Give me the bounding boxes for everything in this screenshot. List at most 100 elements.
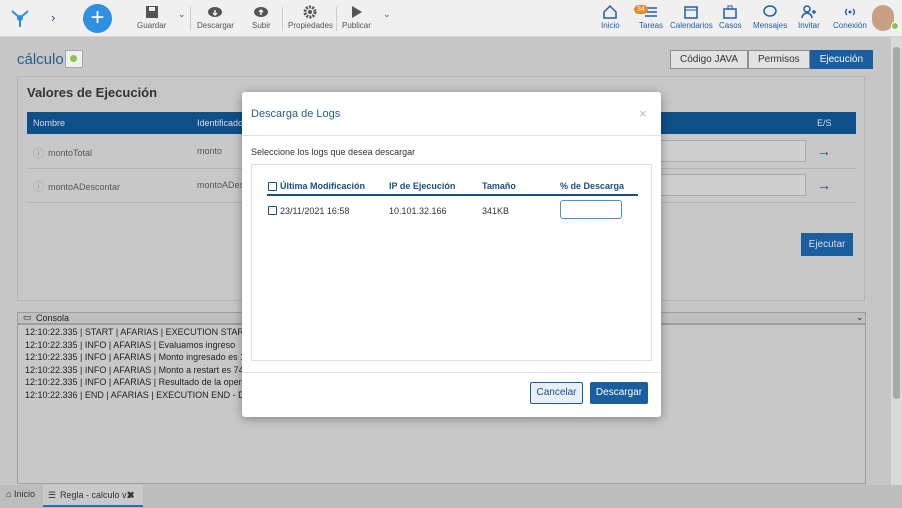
tab-java-code[interactable]: Código JAVA: [670, 50, 748, 69]
publish-dropdown-icon[interactable]: ⌄: [383, 9, 391, 20]
close-icon[interactable]: ×: [639, 106, 647, 121]
tasks-count-badge: 34: [634, 5, 648, 14]
footer-home-link[interactable]: ⌂ Inicio: [6, 489, 35, 499]
nav-calendars[interactable]: Calendarios: [670, 4, 713, 30]
cancel-button[interactable]: Cancelar: [530, 382, 583, 404]
dialog-title: Descarga de Logs: [251, 108, 341, 120]
cloud-download-icon: [208, 7, 223, 17]
nav-messages-label: Mensajes: [753, 21, 788, 30]
download-button[interactable]: Descargar: [197, 5, 234, 30]
gear-icon: [303, 5, 317, 19]
arrow-right-icon[interactable]: →: [817, 177, 831, 193]
console-line: 12:10:22.335 | INFO | AFARIAS | Monto a …: [25, 365, 244, 375]
row-id: monto: [197, 146, 223, 156]
divider: [242, 372, 661, 373]
col-execution-ip[interactable]: IP de Ejecución: [389, 181, 455, 191]
divider: [242, 135, 661, 136]
download-pct-input[interactable]: [560, 200, 622, 219]
nav-home[interactable]: Inicio: [601, 4, 620, 30]
console-line: 12:10:22.335 | START | AFARIAS | EXECUTI…: [25, 327, 250, 337]
save-dropdown-icon[interactable]: ⌄: [178, 9, 186, 20]
top-toolbar: › + Guardar ⌄ Descargar Subir Propiedade…: [0, 0, 902, 37]
home-icon: ⌂: [6, 489, 12, 499]
tab-execution[interactable]: Ejecución: [809, 50, 874, 69]
properties-button[interactable]: Propiedades: [288, 5, 333, 30]
publish-button[interactable]: Publicar: [342, 5, 371, 30]
chevron-down-icon[interactable]: ⌄: [856, 312, 864, 323]
nav-invite[interactable]: Invitar: [798, 4, 820, 30]
info-icon: ⓘ: [33, 148, 44, 160]
col-identifier: Identificador: [197, 118, 247, 128]
nav-calendars-label: Calendarios: [670, 21, 713, 30]
nav-tasks-label: Tareas: [639, 21, 664, 30]
header-underline: [267, 194, 638, 196]
briefcase-icon: [723, 5, 738, 19]
tab-bar: Código JAVA Permisos Ejecución: [670, 50, 874, 69]
save-icon: [145, 6, 158, 18]
row-name: montoTotal: [48, 148, 93, 158]
upload-label: Subir: [252, 21, 271, 30]
console-line: 12:10:22.335 | INFO | AFARIAS | Monto in…: [25, 352, 256, 362]
nav-connection-label: Conexión: [833, 21, 867, 30]
console-line: 12:10:22.336 | END | AFARIAS | EXECUTION…: [25, 390, 252, 400]
log-row-checkbox[interactable]: [268, 206, 277, 215]
footer-tab-label: Regla - calculo v1: [60, 490, 132, 500]
row-value-input[interactable]: [656, 174, 806, 196]
row-value-input[interactable]: [656, 140, 806, 162]
panel-title: Valores de Ejecución: [27, 85, 158, 100]
page-scrollbar-thumb[interactable]: [893, 47, 900, 399]
download-label: Descargar: [197, 21, 234, 30]
document-icon: ☰: [48, 490, 57, 500]
nav-cases-label: Casos: [719, 21, 742, 30]
online-status-dot: [891, 22, 899, 30]
console-label: Consola: [36, 313, 70, 323]
page-title: cálculo: [17, 51, 64, 68]
upload-button[interactable]: Subir: [252, 5, 271, 30]
download-button[interactable]: Descargar: [590, 382, 648, 404]
console-line: 12:10:22.335 | INFO | AFARIAS | Evaluamo…: [25, 340, 236, 350]
properties-label: Propiedades: [288, 21, 333, 30]
col-io: E/S: [817, 118, 832, 128]
message-icon: [763, 5, 777, 17]
status-dot: [70, 55, 77, 62]
cloud-upload-icon: [254, 7, 269, 17]
info-icon: ⓘ: [33, 181, 44, 193]
invite-user-icon: [801, 5, 816, 19]
divider: [282, 7, 283, 31]
row-id: montoADes: [197, 180, 245, 190]
save-label: Guardar: [137, 21, 167, 30]
add-button[interactable]: +: [83, 4, 112, 33]
play-icon: [352, 6, 363, 18]
divider: [190, 7, 191, 31]
tab-permissions[interactable]: Permisos: [748, 50, 810, 69]
col-download-pct[interactable]: % de Descarga: [560, 181, 624, 191]
row-name: montoADescontar: [48, 182, 121, 192]
log-ip: 10.101.32.166: [389, 206, 447, 216]
arrow-right-icon[interactable]: →: [817, 143, 831, 159]
app-logo-icon[interactable]: [9, 7, 31, 32]
connection-icon: [844, 8, 855, 16]
divider: [336, 7, 337, 31]
log-modified: 23/11/2021 16:58: [280, 206, 350, 216]
log-size: 341KB: [482, 206, 510, 216]
chevron-right-icon[interactable]: ›: [51, 10, 55, 25]
console-line: 12:10:22.335 | INFO | AFARIAS | Resultad…: [25, 377, 254, 387]
calendar-icon: [684, 6, 699, 19]
home-icon: [603, 4, 618, 19]
save-button[interactable]: Guardar: [137, 5, 166, 30]
select-all-checkbox[interactable]: [268, 182, 277, 191]
nav-connection[interactable]: Conexión: [833, 4, 867, 30]
dialog-subtitle: Seleccione los logs que desea descargar: [251, 147, 416, 157]
nav-messages[interactable]: Mensajes: [753, 4, 787, 30]
footer-home-label: Inicio: [13, 489, 35, 499]
nav-home-label: Inicio: [601, 21, 620, 30]
console-icon: ▭: [23, 312, 32, 322]
col-last-modified[interactable]: Última Modificación: [280, 181, 365, 191]
run-button[interactable]: Ejecutar: [801, 233, 853, 256]
nav-invite-label: Invitar: [798, 21, 820, 30]
col-size[interactable]: Tamaño: [482, 181, 516, 191]
footer-open-tab[interactable]: ☰ Regla - calculo v1 ✖: [43, 485, 143, 507]
nav-cases[interactable]: Casos: [719, 4, 742, 30]
download-logs-dialog: Descarga de Logs × Seleccione los logs q…: [242, 92, 661, 417]
close-icon[interactable]: ✖: [127, 490, 135, 501]
